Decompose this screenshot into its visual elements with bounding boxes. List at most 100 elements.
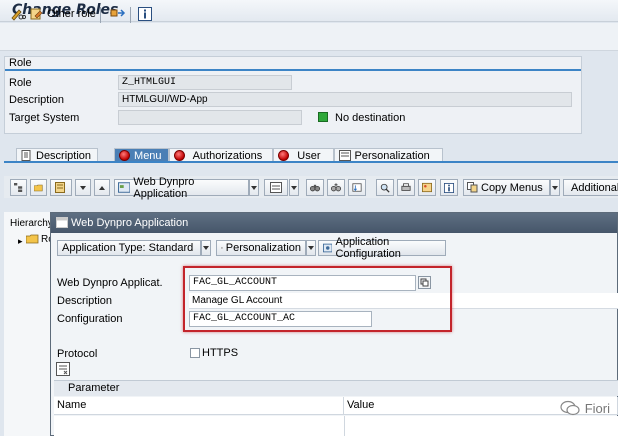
expand-button[interactable] [10,179,27,196]
info-icon [444,182,454,193]
sort-icon [352,183,362,192]
personalization-icon [338,150,351,161]
role-field[interactable]: Z_HTMLGUI [118,75,292,90]
configuration-label: Configuration [57,313,123,325]
chevron-down-icon [251,185,257,190]
tab-personalization-label: Personalization [354,149,430,162]
tab-user-label: User [297,149,321,162]
tab-personalization[interactable]: Personalization [333,148,443,162]
tab-menu-label: Menu [134,149,162,162]
folder-button[interactable] [30,179,47,196]
description-field[interactable]: HTMLGUI/WD-App [118,92,572,107]
triangle-up-icon [99,185,105,190]
column-divider [344,416,345,436]
role-label: Role [9,77,32,89]
printer-icon [401,183,411,191]
zoom-button[interactable] [376,179,394,196]
picture-button[interactable] [418,179,436,196]
tree-expander[interactable]: ▸ [18,236,23,247]
hierarchy-header: Hierarchy [10,218,53,229]
web-dynpro-application-label: Web Dynpro Application [133,175,195,200]
copy-menus-dropdown[interactable] [550,179,560,196]
move-up-button[interactable] [94,179,110,196]
https-label: HTTPS [202,347,239,359]
edit-toggle-button[interactable] [8,5,28,23]
sort-button[interactable] [348,179,366,196]
tab-user[interactable]: User [273,148,334,162]
https-checkbox[interactable] [190,348,200,358]
table-settings-icon[interactable] [56,362,70,376]
application-configuration-label: Application Configuration [335,236,401,260]
document-icon [21,150,31,161]
transport-button[interactable] [108,5,128,23]
parameter-table-header: Parameter [54,380,618,396]
application-type-dropdown[interactable] [201,240,211,256]
column-header-name[interactable]: Name [54,397,344,415]
other-role-button[interactable]: Other role [28,5,98,23]
web-dynpro-dropdown[interactable] [249,179,259,196]
additional-button[interactable]: Additional A [563,179,618,196]
protocol-label: Protocol [57,348,98,360]
binoculars-plus-icon [331,183,341,192]
web-dynpro-application-label: Web Dynpro Applicat. [57,277,163,289]
info-button-2[interactable] [440,179,458,196]
binoculars-icon [310,184,320,192]
window-icon [56,217,68,228]
status-red-icon [278,150,290,161]
personalization-button[interactable]: Personalization [216,240,306,256]
pencil-glasses-icon [11,9,26,21]
description-label: Description [9,94,65,106]
copy-menus-button[interactable]: Copy Menus [463,179,550,196]
tab-menu[interactable]: Menu [114,148,169,162]
parameter-table-body [54,416,618,436]
application-configuration-button[interactable]: Application Configuration [318,236,446,260]
layout-dropdown[interactable] [289,179,299,196]
web-dynpro-application-button[interactable]: Web Dynpro Application [114,176,249,200]
find-button[interactable] [306,179,324,196]
destination-status-text: No destination [335,112,406,124]
application-type-button[interactable]: Application Type: Standard [57,240,201,256]
application-icon [118,182,131,193]
additional-label: Additional A [571,181,618,194]
tab-description[interactable]: Description [16,148,99,162]
layout-button[interactable] [264,179,288,196]
folder-icon [26,234,39,244]
transaction-button[interactable] [50,179,72,196]
role-panel-header: Role [5,57,581,71]
highlight-frame [183,266,452,332]
move-down-button[interactable] [75,179,91,196]
folder-icon [34,184,43,191]
personalization-dropdown[interactable] [306,240,316,256]
transaction-icon [55,182,65,193]
target-system-field[interactable] [118,110,302,125]
watermark: Fiori [560,400,610,416]
chevron-down-icon [552,185,558,190]
toolbar-separator [100,7,101,23]
tab-description-label: Description [36,149,92,162]
copy-menus-label: Copy Menus [481,181,543,194]
transport-icon [110,9,126,17]
find-next-button[interactable] [327,179,345,196]
tree-icon [14,183,23,192]
picture-icon [422,182,432,193]
other-role-label: Other role [47,8,96,20]
other-role-icon [30,8,43,20]
watermark-text: Fiori [584,400,610,416]
chevron-down-icon [291,185,297,190]
personalization-icon [221,247,223,249]
personalization-label: Personalization [225,242,301,254]
application-type-label: Application Type: Standard [62,242,194,254]
magnifier-icon [380,183,390,193]
tab-underline [4,161,618,163]
print-button[interactable] [397,179,415,196]
tab-authorizations[interactable]: Authorizations [168,148,274,162]
info-button[interactable] [136,5,154,23]
main-toolbar [0,23,618,51]
tab-strip: Description Menu Authorizations User Per… [16,148,443,162]
chat-bubbles-icon [560,400,580,416]
tab-authorizations-label: Authorizations [192,149,263,162]
info-icon [138,7,152,21]
status-red-icon [119,150,131,161]
triangle-down-icon [80,185,86,190]
target-system-label: Target System [9,112,80,124]
